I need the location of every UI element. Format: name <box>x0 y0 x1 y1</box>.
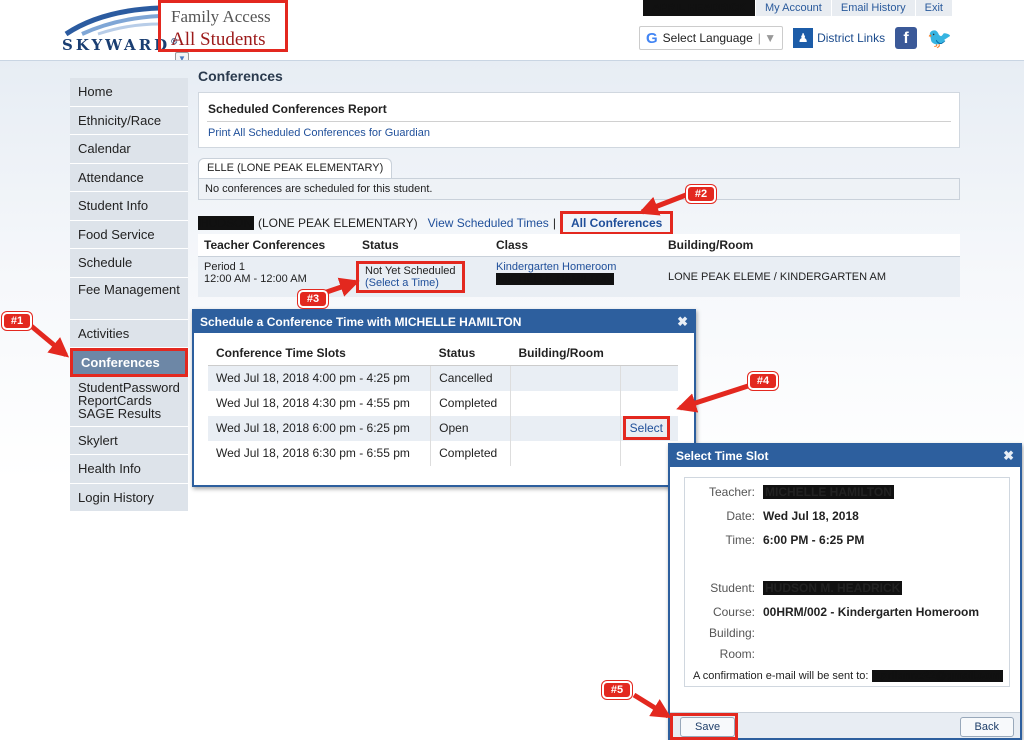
arrow-2-icon <box>638 192 687 216</box>
callout-1: #1 <box>2 312 32 330</box>
callout-2: #2 <box>686 185 716 203</box>
annotation-arrows <box>28 192 749 719</box>
callout-4: #4 <box>748 372 778 390</box>
callout-3: #3 <box>298 290 328 308</box>
arrow-4-icon <box>676 383 749 413</box>
arrow-5-icon <box>632 692 672 719</box>
arrow-1-icon <box>28 323 70 358</box>
callout-5: #5 <box>602 681 632 699</box>
